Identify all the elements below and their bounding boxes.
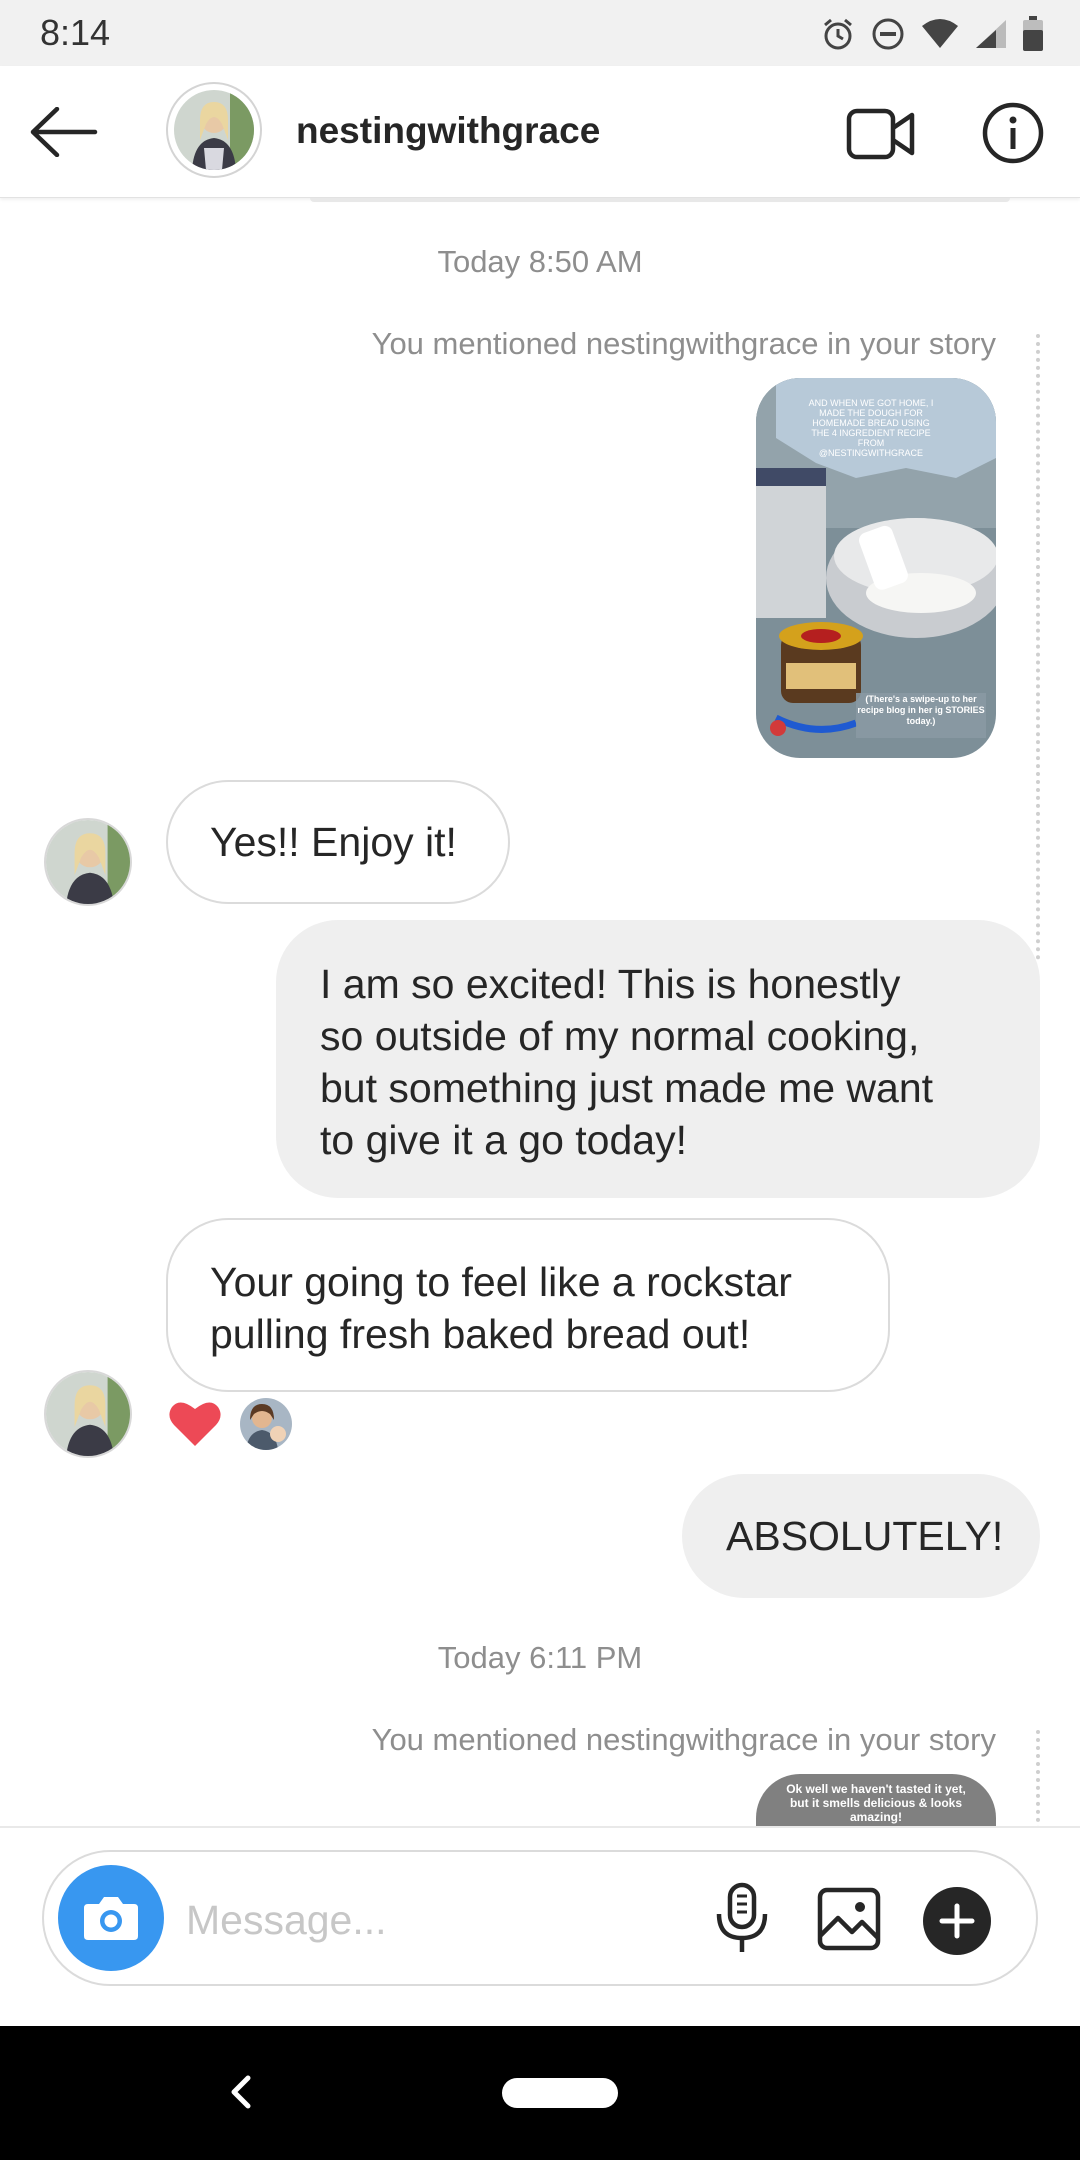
sender-avatar[interactable] (44, 818, 132, 906)
header-username[interactable]: nestingwithgrace (296, 110, 600, 152)
composer-divider (0, 1826, 1080, 1828)
do-not-disturb-icon (872, 18, 904, 50)
image-icon (817, 1887, 881, 1951)
message-thread[interactable]: Today 8:50 AM You mentioned nestingwithg… (0, 198, 1080, 1828)
video-call-button[interactable] (846, 106, 916, 162)
profile-photo-icon (174, 90, 254, 170)
reactor-avatar[interactable] (240, 1398, 292, 1450)
story-mention-label: You mentioned nestingwithgrace in your s… (371, 326, 996, 361)
outgoing-message[interactable]: I am so excited! This is honestly so out… (276, 920, 1040, 1198)
chat-header: nestingwithgrace (0, 66, 1080, 198)
message-line: Your going to feel like a rockstar (210, 1259, 792, 1305)
story-thumbnail[interactable]: Ok well we haven't tasted it yet, but it… (756, 1774, 996, 1828)
back-button[interactable] (26, 98, 102, 166)
message-line: pulling fresh baked bread out! (210, 1311, 751, 1357)
camera-icon (84, 1897, 138, 1940)
arrow-left-icon (30, 107, 98, 157)
message-input[interactable] (186, 1890, 686, 1950)
timestamp: Today 8:50 AM (437, 244, 643, 279)
status-bar: 8:14 (0, 0, 1080, 66)
outgoing-message[interactable]: ABSOLUTELY! (682, 1474, 1040, 1598)
profile-photo-icon (240, 1398, 292, 1450)
message-line: to give it a go today! (320, 1117, 687, 1163)
camera-button[interactable] (58, 1865, 164, 1971)
story-caption-bottom: (There's a swipe-up to her recipe blog i… (857, 694, 985, 726)
system-navigation-bar (0, 2026, 1080, 2160)
alarm-icon (824, 18, 852, 50)
message-line: but something just made me want (320, 1065, 934, 1111)
previous-message-edge (310, 198, 1010, 202)
incoming-message[interactable]: Your going to feel like a rockstar pulli… (166, 1218, 890, 1392)
plus-icon (923, 1887, 991, 1955)
story-caption-top: AND WHEN WE GOT HOME, I MADE THE DOUGH F… (808, 398, 934, 458)
status-time: 8:14 (40, 12, 111, 53)
header-avatar[interactable] (166, 82, 262, 178)
message-composer (42, 1850, 1038, 1986)
nav-home-button[interactable] (502, 2078, 618, 2108)
story-mention-label: You mentioned nestingwithgrace in your s… (371, 1722, 996, 1757)
story-caption: Ok well we haven't tasted it yet, but it… (786, 1782, 966, 1824)
battery-icon (1023, 16, 1043, 51)
wifi-icon (922, 19, 958, 48)
story-reply-rail (1036, 334, 1040, 960)
incoming-message[interactable]: Yes!! Enjoy it! (166, 780, 510, 904)
status-icons (820, 14, 1044, 54)
video-camera-icon (846, 108, 915, 160)
message-line: I am so excited! This is honestly (320, 961, 901, 1007)
info-icon (982, 102, 1044, 164)
more-options-button[interactable] (922, 1886, 992, 1956)
message-text: ABSOLUTELY! (726, 1513, 1004, 1559)
voice-message-button[interactable] (710, 1882, 774, 1956)
gallery-button[interactable] (816, 1886, 882, 1952)
signal-icon (976, 20, 1006, 48)
story-reply-rail (1036, 1730, 1040, 1828)
message-text: Yes!! Enjoy it! (210, 819, 457, 865)
profile-photo-icon (46, 1372, 130, 1456)
info-button[interactable] (982, 102, 1044, 164)
heart-icon[interactable] (168, 1398, 222, 1448)
nav-back-button[interactable] (216, 2066, 268, 2118)
chevron-left-icon (231, 2075, 251, 2109)
profile-photo-icon (46, 820, 130, 904)
message-line: so outside of my normal cooking, (320, 1013, 920, 1059)
story-thumbnail[interactable]: AND WHEN WE GOT HOME, I MADE THE DOUGH F… (756, 378, 996, 758)
sender-avatar[interactable] (44, 1370, 132, 1458)
microphone-icon (716, 1882, 768, 1952)
timestamp: Today 6:11 PM (437, 1640, 643, 1675)
